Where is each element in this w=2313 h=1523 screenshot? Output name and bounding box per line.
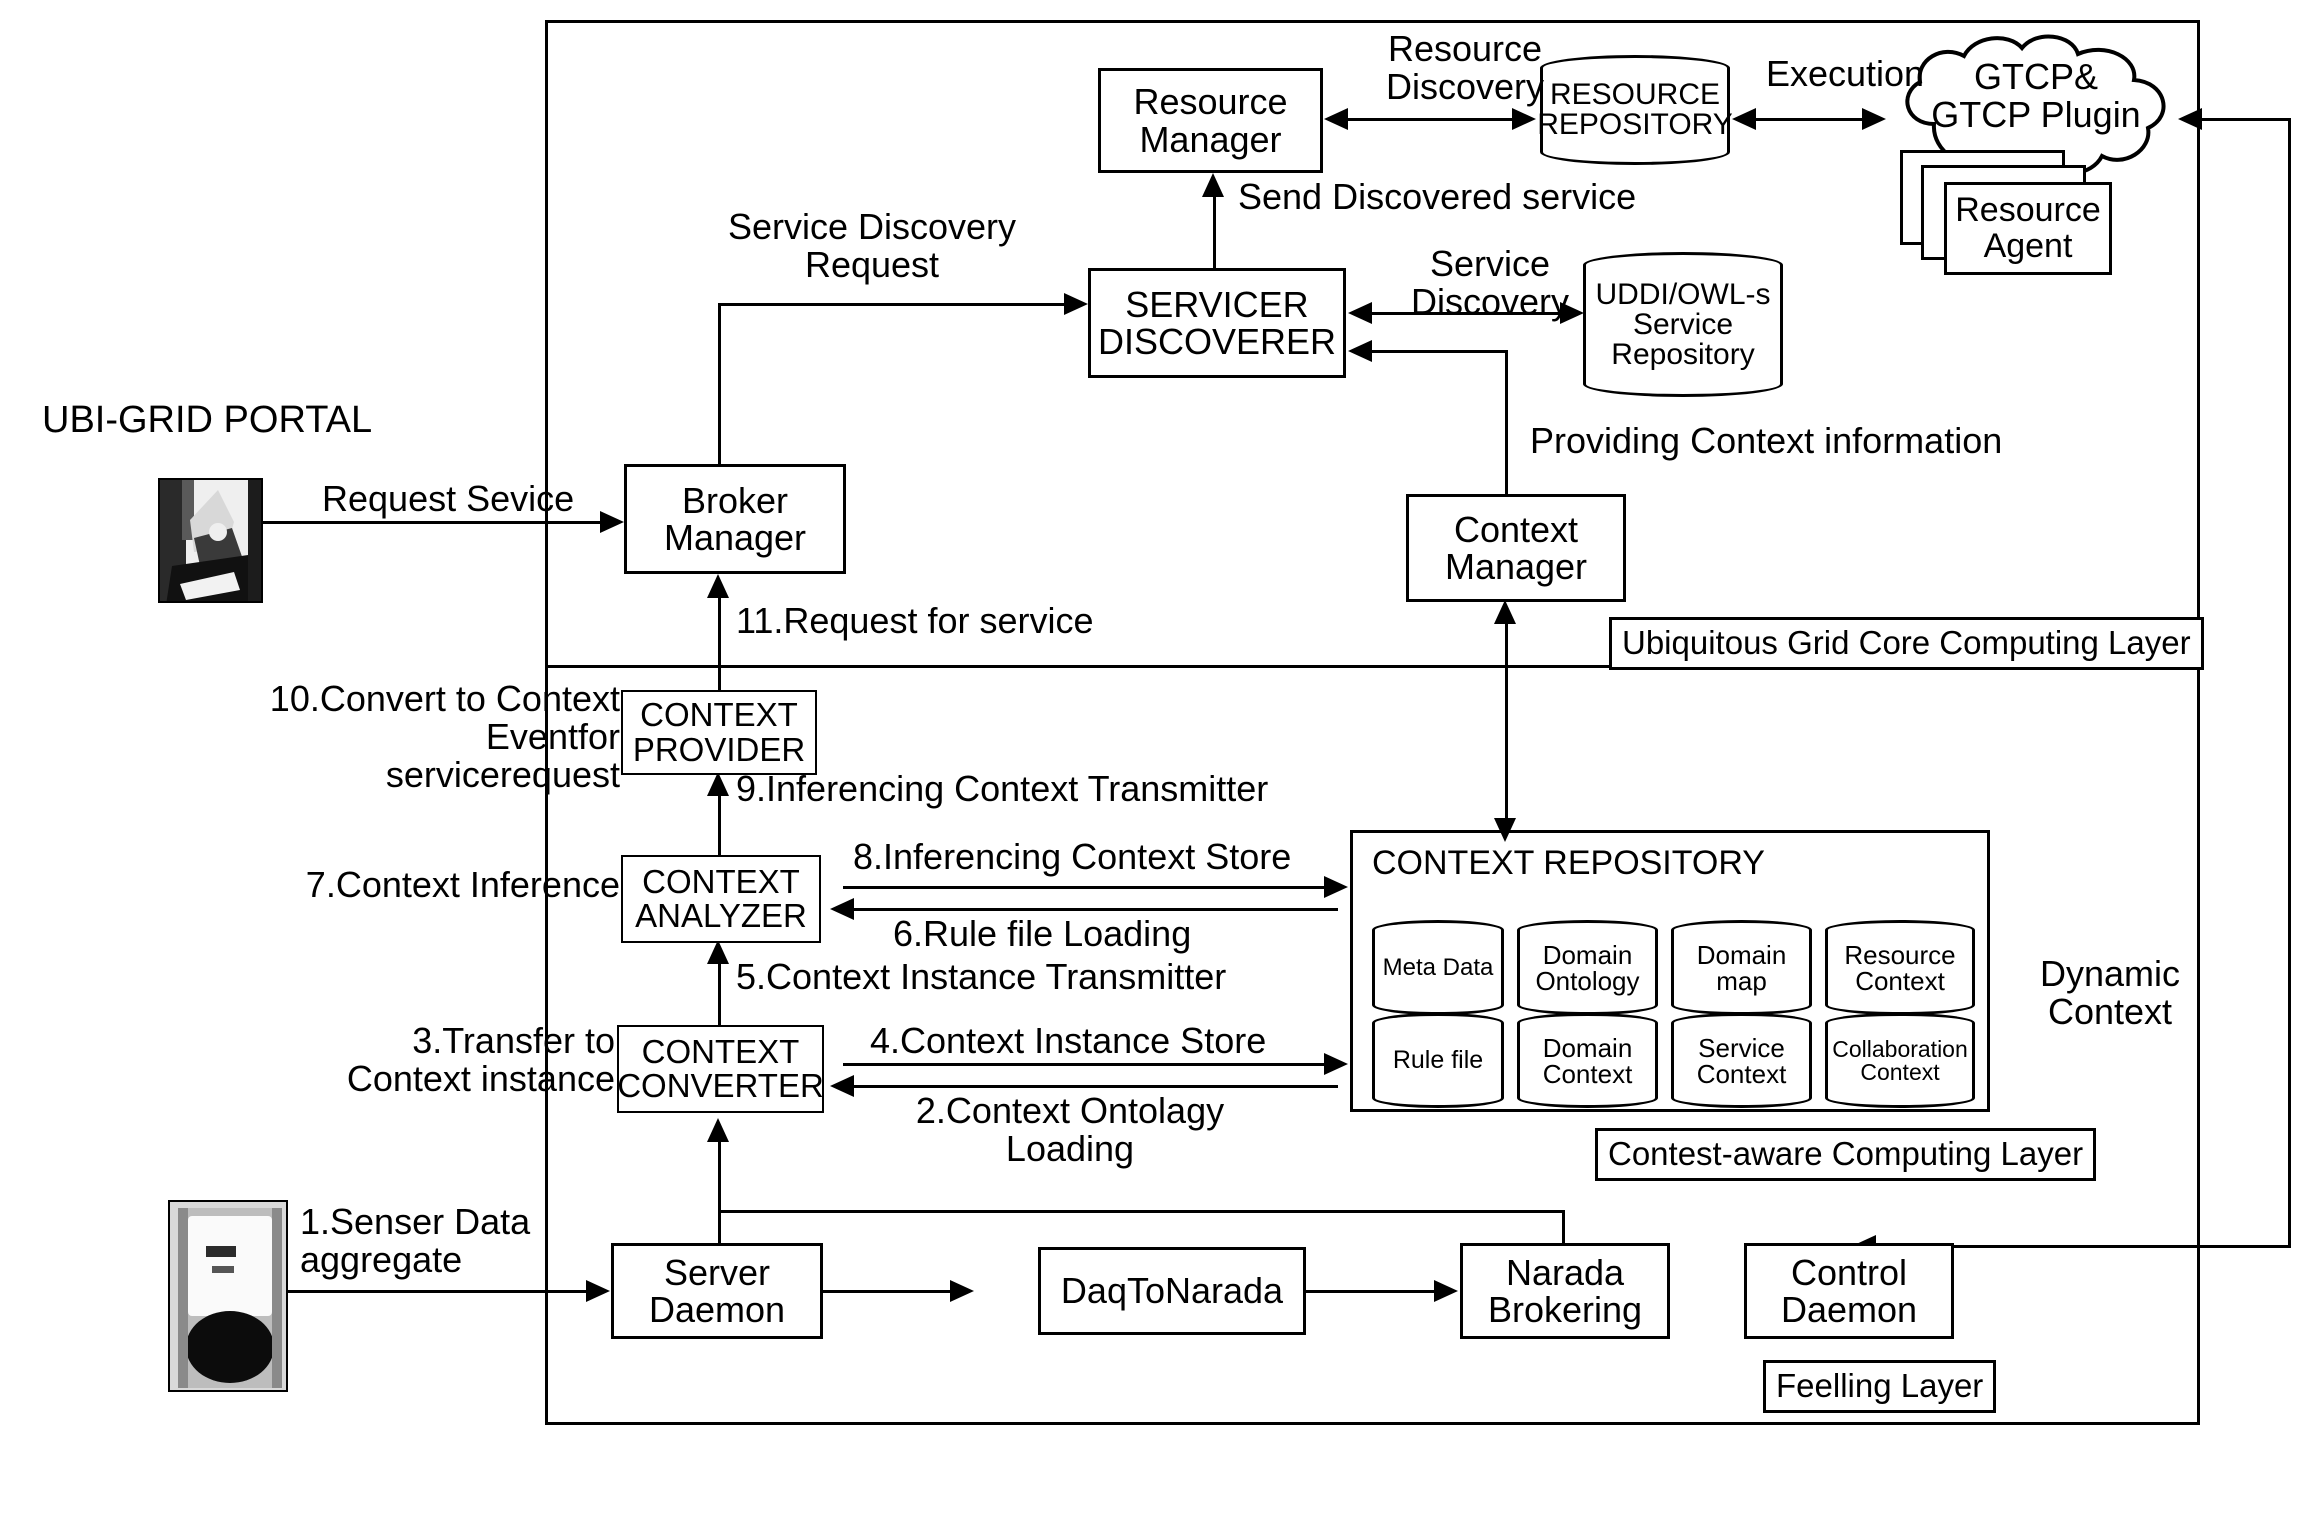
edge-label-request-sevice: Request Sevice [322, 478, 575, 519]
arrowhead-right-daq-to-narada [950, 1280, 974, 1302]
db-label: Resource Context [1844, 939, 1956, 996]
edge-label-step-1: 1.Senser Data aggregate [300, 1201, 531, 1281]
edge-narada-up-vertical [1562, 1210, 1565, 1246]
arrowhead-up-context-provider [707, 772, 729, 796]
edge-label-step-7: 7.Context Inference [305, 864, 620, 905]
edge-broker-to-servicer-vertical [718, 303, 721, 489]
arrowhead-left-servicer-discoverer-context [1348, 340, 1372, 362]
edge-narada-up-horizontal [718, 1210, 1565, 1213]
arrowhead-left-context-converter [830, 1075, 854, 1097]
edge-portal-to-broker [263, 521, 613, 524]
arrowhead-right-server-daemon [586, 1280, 610, 1302]
edge-label-resource-discovery: Resource Discovery [1385, 28, 1545, 108]
db-uddi-service-repository[interactable]: UDDI/OWL-s Service Repository [1583, 252, 1783, 397]
node-daq-to-narada[interactable]: DaqToNarada [1038, 1247, 1306, 1335]
edge-label-step-8: 8.Inferencing Context Store [853, 836, 1292, 877]
node-narada-brokering[interactable]: Narada Brokering [1460, 1243, 1670, 1339]
edge-label-execution: Execution [1765, 53, 1925, 94]
edge-repository-to-context-manager [1505, 620, 1508, 835]
arrowhead-down-context-repository [1494, 818, 1516, 842]
edge-converter-to-repository [843, 1063, 1338, 1066]
db-domain-map[interactable]: Domain map [1671, 920, 1812, 1015]
edge-converter-to-analyzer [718, 960, 721, 1025]
node-context-converter[interactable]: CONTEXT CONVERTER [617, 1025, 824, 1113]
edge-label-step-5: 5.Context Instance Transmitter [736, 956, 1227, 997]
arrowhead-up-context-manager [1494, 600, 1516, 624]
portal-title: UBI-GRID PORTAL [42, 399, 373, 441]
arrowhead-up-context-converter [707, 1118, 729, 1142]
arrowhead-left-resource-repository [1732, 108, 1756, 130]
db-collaboration-context[interactable]: Collaboration Context [1825, 1013, 1975, 1108]
layer-badge-feelling: Feelling Layer [1763, 1360, 1997, 1413]
arrowhead-left-context-analyzer [830, 898, 854, 920]
db-domain-ontology[interactable]: Domain Ontology [1517, 920, 1658, 1015]
arrowhead-up-context-analyzer [707, 940, 729, 964]
edge-repository-gtcp [1738, 118, 1878, 121]
resource-agent-card-front: Resource Agent [1944, 182, 2112, 275]
edge-sensor-to-server-daemon [288, 1290, 600, 1293]
node-servicer-discoverer[interactable]: SERVICER DISCOVERER [1088, 268, 1346, 378]
edge-repository-to-analyzer [843, 908, 1338, 911]
arrowhead-right-resource-repository [1512, 108, 1536, 130]
edge-servicer-to-resource-manager [1213, 185, 1216, 280]
edge-context-to-servicer-horizontal [1362, 350, 1508, 353]
resource-agent-label: Resource Agent [1955, 190, 2101, 265]
edge-label-step-2: 2.Context Ontolagy Loading [915, 1090, 1225, 1170]
edge-control-to-gtcp-vertical [2288, 118, 2291, 1248]
node-context-provider[interactable]: CONTEXT PROVIDER [621, 690, 817, 775]
edge-repository-to-converter [843, 1085, 1338, 1088]
diagram-canvas: Resource Manager Resource Discovery RESO… [0, 0, 2313, 1523]
edge-analyzer-to-provider [718, 793, 721, 858]
edge-broker-to-servicer-horizontal [718, 303, 1078, 306]
edge-daq-to-narada-brokering [1306, 1290, 1446, 1293]
edge-label-step-11: 11.Request for service [736, 600, 1094, 641]
arrowhead-right-narada-brokering [1434, 1280, 1458, 1302]
db-resource-context[interactable]: Resource Context [1825, 920, 1975, 1015]
layer-badge-ubiquitous-grid-core: Ubiquitous Grid Core Computing Layer [1609, 617, 2204, 670]
node-context-manager[interactable]: Context Manager [1406, 494, 1626, 602]
stack-resource-agent[interactable]: Resource Agent [1900, 150, 2120, 275]
edge-label-providing-context-information: Providing Context information [1530, 420, 2003, 461]
user-photo [158, 478, 263, 603]
annotation-dynamic-context: Dynamic Context [2039, 953, 2181, 1033]
arrowhead-left-servicer-discoverer [1348, 302, 1372, 324]
edge-label-send-discovered-service: Send Discovered service [1238, 176, 1637, 217]
edge-label-step-6: 6.Rule file Loading [893, 913, 1192, 954]
arrowhead-right-servicer-discoverer [1064, 293, 1088, 315]
edge-context-manager-up [1505, 432, 1508, 495]
db-label: Domain map [1696, 939, 1787, 996]
arrowhead-up-broker-manager [707, 574, 729, 598]
node-control-daemon[interactable]: Control Daemon [1744, 1243, 1954, 1339]
edge-analyzer-to-repository [843, 886, 1338, 889]
arrowhead-left-resource-manager [1324, 108, 1348, 130]
sensor-photo [168, 1200, 288, 1392]
edge-label-service-discovery-request: Service Discovery Request [727, 206, 1017, 286]
edge-server-daemon-to-daq [823, 1290, 963, 1293]
node-resource-manager[interactable]: Resource Manager [1098, 68, 1323, 173]
db-label: UDDI/OWL-s Service Repository [1595, 277, 1771, 371]
arrowhead-right-context-repository-store [1324, 876, 1348, 898]
edge-label-service-discovery: Service Discovery [1410, 243, 1570, 323]
db-label: Collaboration Context [1832, 1035, 1968, 1085]
db-label: Domain Ontology [1535, 939, 1640, 996]
arrowhead-up-resource-manager [1202, 173, 1224, 197]
db-domain-context[interactable]: Domain Context [1517, 1013, 1658, 1108]
db-label: Service Context [1696, 1032, 1787, 1089]
edge-label-step-9: 9.Inferencing Context Transmitter [736, 768, 1269, 809]
db-service-context[interactable]: Service Context [1671, 1013, 1812, 1108]
edge-context-provider-to-broker [718, 586, 721, 696]
db-label: Domain Context [1542, 1032, 1633, 1089]
edge-label-step-10: 10.Convert to Context Eventfor servicere… [269, 678, 620, 796]
layer-badge-contest-aware: Contest-aware Computing Layer [1595, 1128, 2097, 1181]
edge-control-to-gtcp-horizontal [2196, 118, 2291, 121]
edge-label-step-3: 3.Transfer to Context instance [346, 1020, 615, 1100]
node-context-analyzer[interactable]: CONTEXT ANALYZER [621, 855, 821, 943]
edge-label-step-4: 4.Context Instance Store [870, 1020, 1267, 1061]
edge-resource-manager-repository [1330, 118, 1530, 121]
